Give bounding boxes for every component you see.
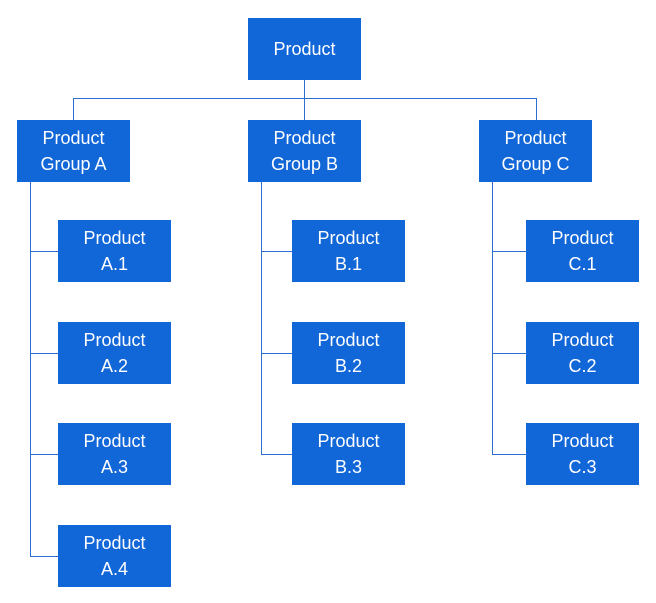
node-label-line1: Product: [83, 533, 146, 553]
connector-group-a-spine: [30, 182, 31, 556]
node-product-b2[interactable]: Product B.2: [292, 322, 405, 384]
node-label-line2: A.2: [100, 356, 129, 376]
node-product-a1[interactable]: Product A.1: [58, 220, 171, 282]
connector-group-b-spine: [261, 182, 262, 454]
node-product-a3[interactable]: Product A.3: [58, 423, 171, 485]
node-label-line1: Product: [273, 128, 336, 148]
node-label-line1: Product: [42, 128, 105, 148]
node-product-group-b[interactable]: Product Group B: [248, 120, 361, 182]
node-label-line2: Group A: [40, 154, 107, 174]
connector-b3: [261, 454, 292, 455]
node-label-line2: Group B: [270, 154, 339, 174]
node-label-line2: B.3: [334, 457, 363, 477]
connector-a1: [30, 251, 58, 252]
node-label-line2: B.1: [334, 254, 363, 274]
connector-group-c-up: [536, 98, 537, 120]
connector-a4: [30, 556, 58, 557]
node-label-line2: C.3: [568, 457, 597, 477]
connector-a3: [30, 454, 58, 455]
node-product-c1[interactable]: Product C.1: [526, 220, 639, 282]
node-label-line2: A.1: [100, 254, 129, 274]
node-label-line1: Product: [504, 128, 567, 148]
node-product-a4[interactable]: Product A.4: [58, 525, 171, 587]
node-product-b3[interactable]: Product B.3: [292, 423, 405, 485]
connector-b2: [261, 353, 292, 354]
connector-c3: [492, 454, 526, 455]
node-label-line1: Product: [317, 228, 380, 248]
node-label-line1: Product: [83, 431, 146, 451]
node-product-group-c[interactable]: Product Group C: [479, 120, 592, 182]
connector-c2: [492, 353, 526, 354]
node-product-c3[interactable]: Product C.3: [526, 423, 639, 485]
node-label-line1: Product: [317, 431, 380, 451]
connector-group-c-spine: [492, 182, 493, 454]
node-label-line1: Product: [551, 330, 614, 350]
node-label-line2: B.2: [334, 356, 363, 376]
node-label: Product: [273, 39, 336, 59]
node-label-line1: Product: [317, 330, 380, 350]
node-label-line2: A.4: [100, 559, 129, 579]
node-product-b1[interactable]: Product B.1: [292, 220, 405, 282]
node-label-line1: Product: [551, 228, 614, 248]
node-root-product[interactable]: Product: [248, 18, 361, 80]
connector-c1: [492, 251, 526, 252]
node-product-c2[interactable]: Product C.2: [526, 322, 639, 384]
connector-a2: [30, 353, 58, 354]
node-product-a2[interactable]: Product A.2: [58, 322, 171, 384]
node-label-line2: Group C: [501, 154, 570, 174]
connector-group-a-up: [73, 98, 74, 120]
node-product-group-a[interactable]: Product Group A: [17, 120, 130, 182]
node-label-line2: C.2: [568, 356, 597, 376]
node-label-line2: C.1: [568, 254, 597, 274]
node-label-line1: Product: [83, 330, 146, 350]
connector-group-b-up: [304, 98, 305, 120]
node-label-line1: Product: [551, 431, 614, 451]
node-label-line1: Product: [83, 228, 146, 248]
node-label-line2: A.3: [100, 457, 129, 477]
connector-root-down: [304, 80, 305, 98]
connector-b1: [261, 251, 292, 252]
